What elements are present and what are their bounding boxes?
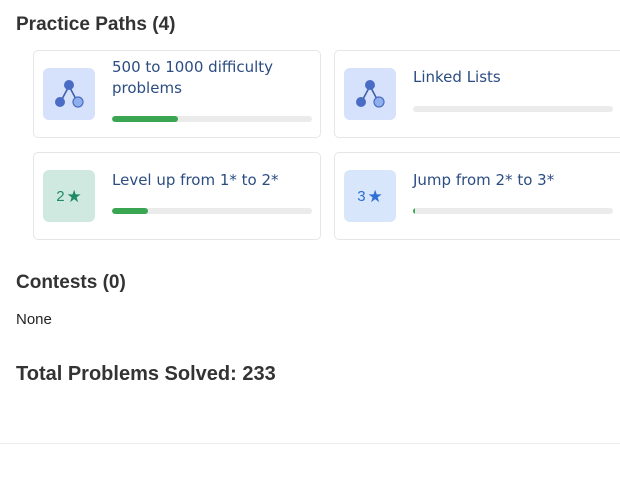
practice-paths-heading: Practice Paths (4): [16, 14, 176, 35]
star-rating-badge: 3 ★: [344, 170, 396, 222]
progress-fill: [413, 208, 415, 214]
contests-heading: Contests (0): [16, 272, 126, 293]
star-level-number: 3: [357, 187, 366, 205]
star-icon: ★: [66, 186, 82, 206]
practice-path-card[interactable]: 2 ★ Level up from 1* to 2*: [33, 152, 321, 240]
progress-fill: [112, 208, 148, 214]
practice-path-name: Level up from 1* to 2*: [112, 171, 279, 189]
profile-practice-page: Practice Paths (4) 500 to 1000 difficult…: [0, 0, 620, 500]
star-level-number: 2: [56, 187, 65, 205]
progress-bar: [413, 208, 613, 214]
practice-path-card[interactable]: Linked Lists: [334, 50, 620, 138]
progress-bar: [413, 106, 613, 112]
practice-path-name: Linked Lists: [413, 68, 501, 86]
progress-bar: [112, 208, 312, 214]
star-icon: ★: [367, 186, 383, 206]
progress-fill: [112, 116, 178, 122]
contests-empty-text: None: [16, 311, 52, 328]
practice-path-name: 500 to 1000 difficulty problems: [112, 58, 274, 97]
total-problems-solved: Total Problems Solved: 233: [16, 363, 276, 385]
star-rating-badge: 2 ★: [43, 170, 95, 222]
practice-path-name: Jump from 2* to 3*: [413, 171, 555, 189]
practice-path-card[interactable]: 3 ★ Jump from 2* to 3*: [334, 152, 620, 240]
progress-bar: [112, 116, 312, 122]
tree-icon: [43, 68, 95, 120]
practice-path-card[interactable]: 500 to 1000 difficulty problems: [33, 50, 321, 138]
divider: [0, 443, 620, 444]
tree-icon: [344, 68, 396, 120]
